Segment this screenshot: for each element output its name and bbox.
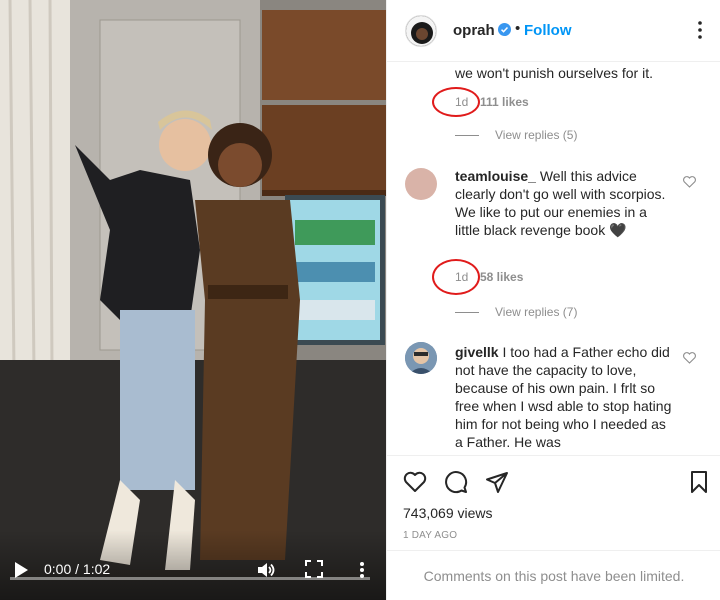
comment-icon[interactable] (444, 470, 468, 494)
video-frame (0, 0, 386, 600)
view-replies-button[interactable]: View replies (7) (495, 305, 577, 319)
post-actions: 743,069 views 1 DAY AGO (387, 455, 720, 550)
list-item: givellk I too had a Father echo did not … (455, 343, 675, 451)
post-panel: oprah • Follow we won't punish ourselves… (386, 0, 720, 600)
replies-line (455, 135, 479, 136)
video-controls: 0:00 / 1:02 (0, 530, 386, 600)
separator-dot: • (515, 20, 521, 37)
post-date[interactable]: 1 DAY AGO (403, 530, 457, 541)
bookmark-icon[interactable] (687, 470, 711, 494)
post-options-icon[interactable] (692, 20, 708, 40)
comment-username[interactable]: teamlouise_ (455, 168, 536, 184)
comments-limited-notice: Comments on this post have been limited. (387, 550, 720, 600)
comment-age[interactable]: 1d (455, 270, 468, 284)
post-author-username[interactable]: oprah (453, 22, 495, 39)
play-icon[interactable] (14, 562, 28, 578)
video-time: 0:00 / 1:02 (44, 561, 111, 577)
view-replies-button[interactable]: View replies (5) (495, 128, 577, 142)
fullscreen-icon[interactable] (305, 560, 323, 578)
share-icon[interactable] (485, 470, 509, 494)
comment-username[interactable]: givellk (455, 344, 499, 360)
comments-list[interactable]: we won't punish ourselves for it. 1d 111… (387, 62, 720, 454)
video-progress-bar[interactable] (10, 577, 370, 580)
avatar[interactable] (405, 15, 437, 47)
comment-likes[interactable]: 58 likes (480, 270, 523, 284)
view-count[interactable]: 743,069 views (403, 505, 493, 521)
avatar[interactable] (405, 342, 437, 374)
verified-badge-icon (498, 23, 511, 36)
like-comment-icon[interactable] (683, 176, 696, 188)
comment-text-fragment: we won't punish ourselves for it. (455, 65, 653, 81)
video-player[interactable]: 0:00 / 1:02 (0, 0, 386, 600)
avatar[interactable] (405, 168, 437, 200)
comment-likes[interactable]: 111 likes (480, 95, 529, 109)
replies-line (455, 312, 479, 313)
like-comment-icon[interactable] (683, 352, 696, 364)
list-item: teamlouise_ Well this advice clearly don… (455, 167, 675, 239)
post-header: oprah • Follow (387, 0, 720, 62)
comment-age[interactable]: 1d (455, 95, 468, 109)
follow-button[interactable]: Follow (524, 22, 572, 39)
heart-icon[interactable] (403, 470, 427, 494)
